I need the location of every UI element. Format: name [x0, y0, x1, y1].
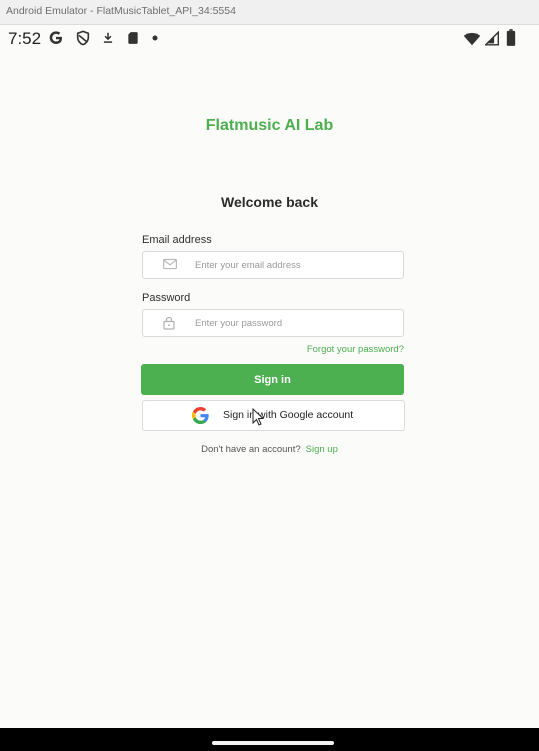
mail-icon — [163, 258, 177, 270]
status-bar: 7:52 — [0, 24, 539, 54]
window-title: Android Emulator - FlatMusicTablet_API_3… — [6, 5, 236, 17]
no-account-text: Don't have an account? — [201, 444, 301, 455]
email-label: Email address — [142, 234, 212, 246]
google-logo-icon — [192, 407, 209, 424]
home-gesture-handle[interactable] — [212, 741, 334, 745]
window-titlebar: Android Emulator - FlatMusicTablet_API_3… — [0, 0, 539, 25]
dot-icon — [152, 35, 158, 41]
battery-icon — [506, 29, 516, 46]
shield-icon — [76, 30, 90, 46]
app-title: Flatmusic AI Lab — [205, 117, 334, 134]
mouse-cursor-icon — [252, 408, 264, 426]
password-input[interactable] — [195, 314, 395, 332]
cell-signal-icon — [485, 31, 499, 46]
email-input[interactable] — [195, 256, 395, 274]
signup-prompt: Don't have an account? Sign up — [0, 444, 539, 455]
password-label: Password — [142, 292, 191, 304]
email-field[interactable] — [142, 251, 404, 279]
google-icon — [49, 31, 62, 44]
navigation-bar — [0, 728, 539, 751]
sign-up-link[interactable]: Sign up — [306, 444, 338, 455]
wifi-icon — [463, 32, 481, 46]
lock-icon — [163, 316, 175, 330]
status-time: 7:52 — [8, 29, 42, 48]
google-button-label: Sign in with Google account — [223, 409, 354, 421]
google-sign-in-button[interactable]: Sign in with Google account — [142, 400, 405, 431]
password-field[interactable] — [142, 309, 404, 337]
sd-card-icon — [128, 32, 138, 44]
forgot-password-link[interactable]: Forgot your password? — [280, 344, 404, 355]
login-screen: Flatmusic AI Lab Welcome back Email addr… — [0, 54, 539, 728]
welcome-heading: Welcome back — [220, 194, 318, 210]
sign-in-button[interactable]: Sign in — [141, 364, 404, 395]
download-icon — [103, 32, 113, 43]
